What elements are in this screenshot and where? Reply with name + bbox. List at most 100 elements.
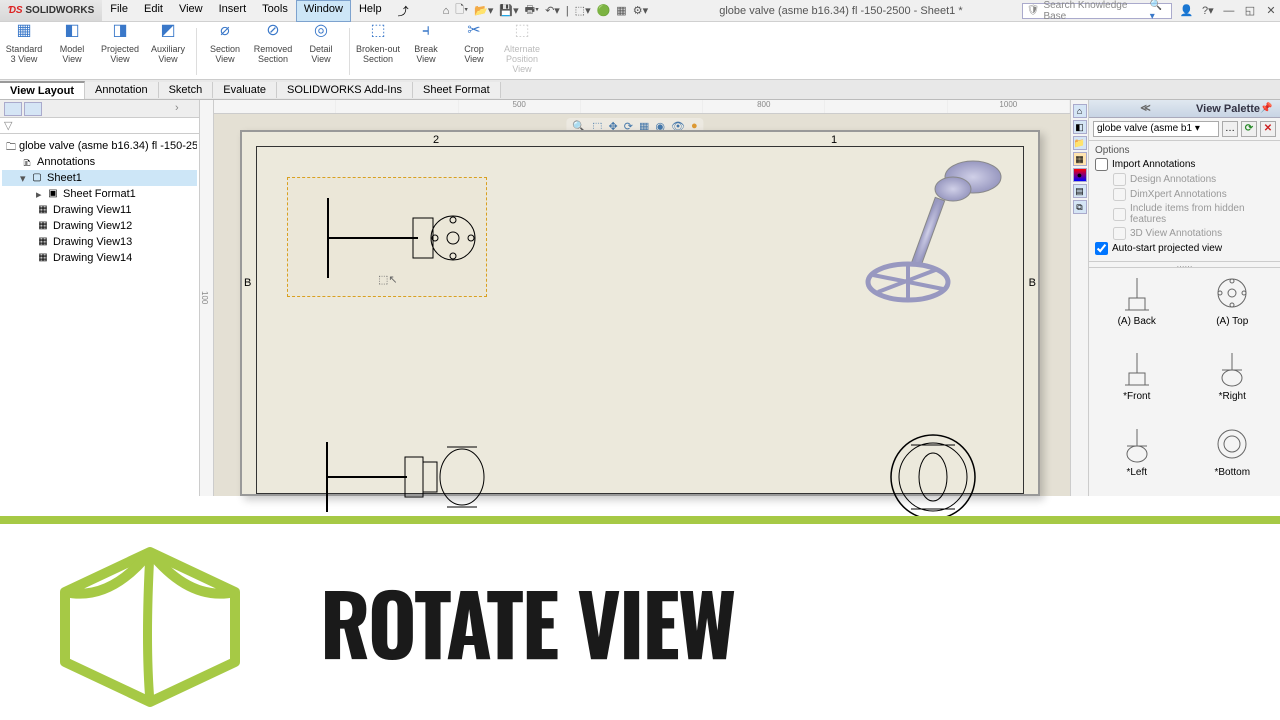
clear-button[interactable]: ✕ xyxy=(1260,121,1276,137)
property-tab-icon[interactable] xyxy=(24,102,42,116)
dimxpert-annotations-checkbox: DimXpert Annotations xyxy=(1113,188,1274,201)
undo-icon[interactable]: ↶▾ xyxy=(545,4,560,17)
menu-view[interactable]: View xyxy=(171,0,211,22)
quick-access-toolbar: ⌂ 🗋▾ 📂▾ 💾▾ 🖶▾ ↶▾ | ⬚▾ 🟢 ▦ ⚙▾ xyxy=(437,1,661,21)
select-icon[interactable]: ⬚▾ xyxy=(575,4,591,17)
model-dropdown[interactable]: globe valve (asme b1 ▾ xyxy=(1093,121,1219,137)
rebuild-icon[interactable]: 🟢 xyxy=(597,4,611,17)
thumb-top[interactable]: (A) Top xyxy=(1197,272,1267,341)
tree-sheet1[interactable]: ▾▢Sheet1 xyxy=(2,170,197,186)
view-palette-pane-icon[interactable]: ▦ xyxy=(1073,152,1087,166)
tree-view13[interactable]: ▦Drawing View13 xyxy=(2,234,197,250)
crop-view-button[interactable]: ✂CropView xyxy=(450,24,498,79)
row-label-right: B xyxy=(1029,277,1036,289)
tree-sheet-format[interactable]: ▸▣Sheet Format1 xyxy=(2,186,197,202)
new-icon[interactable]: 🗋▾ xyxy=(455,1,468,20)
tree-root[interactable]: 🗀globe valve (asme b16.34) fl -150-25 xyxy=(2,138,197,154)
projected-view-button[interactable]: ◨ProjectedView xyxy=(96,24,144,79)
appearances-pane-icon[interactable]: ● xyxy=(1073,168,1087,182)
row-label-left: B xyxy=(244,277,251,289)
close-icon[interactable]: ✕ xyxy=(1264,4,1278,17)
detail-view-button[interactable]: ◎DetailView xyxy=(297,24,345,79)
open-icon[interactable]: 📂▾ xyxy=(474,4,493,17)
thumb-right[interactable]: *Right xyxy=(1197,347,1267,416)
home-icon[interactable]: ⌂ xyxy=(443,5,450,17)
tab-sketch[interactable]: Sketch xyxy=(159,82,214,98)
menu-file[interactable]: File xyxy=(102,0,136,22)
command-ribbon: ▦Standard3 View ◧ModelView ◨ProjectedVie… xyxy=(0,22,1280,80)
options-icon[interactable]: ▦ xyxy=(616,4,626,17)
panel-expand-icon[interactable]: › xyxy=(175,102,193,116)
col-label-1: 1 xyxy=(831,134,837,146)
standard-3view-button[interactable]: ▦Standard3 View xyxy=(0,24,48,79)
tree-filter[interactable]: ▽ xyxy=(0,118,199,134)
panel-tabs: › xyxy=(0,100,199,118)
palette-model-selector: globe valve (asme b1 ▾ … ⟳ ✕ xyxy=(1089,118,1280,141)
broken-out-section-button[interactable]: ⬚Broken-outSection xyxy=(354,24,402,79)
palette-pin-icon[interactable]: 📌 xyxy=(1260,103,1274,114)
tree-annotations[interactable]: 🗈Annotations xyxy=(2,154,197,170)
custom-props-pane-icon[interactable]: ▤ xyxy=(1073,184,1087,198)
tab-annotation[interactable]: Annotation xyxy=(85,82,159,98)
ribbon-tabs: View Layout Annotation Sketch Evaluate S… xyxy=(0,80,1280,100)
user-icon[interactable]: 👤 xyxy=(1180,4,1194,17)
3d-view-annotations-checkbox: 3D View Annotations xyxy=(1113,227,1274,240)
home-pane-icon[interactable]: ⌂ xyxy=(1073,104,1087,118)
palette-prev-icon[interactable]: ≪ xyxy=(1095,103,1196,114)
help-icon[interactable]: ?▾ xyxy=(1201,4,1215,17)
model-view-button[interactable]: ◧ModelView xyxy=(48,24,96,79)
menu-help[interactable]: Help xyxy=(351,0,390,22)
tab-view-layout[interactable]: View Layout xyxy=(0,81,85,99)
document-title: globe valve (asme b16.34) fl -150-2500 -… xyxy=(660,5,1022,17)
tab-evaluate[interactable]: Evaluate xyxy=(213,82,277,98)
tree-view11[interactable]: ▦Drawing View11 xyxy=(2,202,197,218)
thumb-left[interactable]: *Left xyxy=(1102,423,1172,492)
library-pane-icon[interactable]: 📁 xyxy=(1073,136,1087,150)
tree-view12[interactable]: ▦Drawing View12 xyxy=(2,218,197,234)
selected-view-outline[interactable]: ⬚↖ xyxy=(287,177,487,297)
removed-section-button[interactable]: ⊘RemovedSection xyxy=(249,24,297,79)
thumb-bottom[interactable]: *Bottom xyxy=(1197,423,1267,492)
auxiliary-view-button[interactable]: ◩AuxiliaryView xyxy=(144,24,192,79)
forum-pane-icon[interactable]: ⧉ xyxy=(1073,200,1087,214)
hidden-features-checkbox: Include items from hidden features xyxy=(1113,203,1274,225)
drawing-canvas[interactable]: 5008001000 100 🔍 ⬚ ✥ ⟳ ▦ ◉ 👁 ● 2 1 B B xyxy=(200,100,1070,496)
horizontal-ruler: 5008001000 xyxy=(200,100,1070,114)
minimize-icon[interactable]: — xyxy=(1222,5,1236,17)
search-input[interactable]: 🛡 Search Knowledge Base 🔍▾ xyxy=(1022,3,1172,19)
menu-insert[interactable]: Insert xyxy=(211,0,255,22)
isometric-3d-view[interactable] xyxy=(853,147,1013,322)
print-icon[interactable]: 🖶▾ xyxy=(525,1,539,20)
menu-pin-icon[interactable]: ⤴ xyxy=(390,0,417,22)
palette-options: Options Import Annotations Design Annota… xyxy=(1089,141,1280,262)
import-annotations-checkbox[interactable]: Import Annotations xyxy=(1095,158,1274,171)
save-icon[interactable]: 💾▾ xyxy=(499,4,518,17)
settings-icon[interactable]: ⚙▾ xyxy=(633,4,648,17)
thumb-back[interactable]: (A) Back xyxy=(1102,272,1172,341)
view-palette-panel: ≪ View Palette 📌 globe valve (asme b1 ▾ … xyxy=(1088,100,1280,496)
tree-tab-icon[interactable] xyxy=(4,102,22,116)
tab-sheet-format[interactable]: Sheet Format xyxy=(413,82,501,98)
browse-button[interactable]: … xyxy=(1222,121,1238,137)
cursor-icon: ⬚↖ xyxy=(378,273,398,286)
autostart-checkbox[interactable]: Auto-start projected view xyxy=(1095,242,1274,255)
resources-pane-icon[interactable]: ◧ xyxy=(1073,120,1087,134)
section-view-button[interactable]: ⌀SectionView xyxy=(201,24,249,79)
tree-view14[interactable]: ▦Drawing View14 xyxy=(2,250,197,266)
main-workspace: › ▽ 🗀globe valve (asme b16.34) fl -150-2… xyxy=(0,100,1280,496)
menu-tools[interactable]: Tools xyxy=(254,0,296,22)
accent-bar xyxy=(0,516,1280,524)
menu-items: File Edit View Insert Tools Window Help … xyxy=(102,0,416,22)
maximize-icon[interactable]: ◱ xyxy=(1243,4,1257,17)
break-view-button[interactable]: ⫞BreakView xyxy=(402,24,450,79)
refresh-button[interactable]: ⟳ xyxy=(1241,121,1257,137)
drawing-sheet: 2 1 B B xyxy=(240,130,1040,496)
tab-addins[interactable]: SOLIDWORKS Add-Ins xyxy=(277,82,413,98)
app-logo: ƊS SOLIDWORKS xyxy=(0,0,102,21)
overlay-title: ROTATE VIEW xyxy=(320,560,734,684)
menu-edit[interactable]: Edit xyxy=(136,0,171,22)
menu-window[interactable]: Window xyxy=(296,0,351,22)
thumb-front[interactable]: *Front xyxy=(1102,347,1172,416)
search-icon[interactable]: 🔍▾ xyxy=(1150,0,1167,22)
design-annotations-checkbox: Design Annotations xyxy=(1113,173,1274,186)
